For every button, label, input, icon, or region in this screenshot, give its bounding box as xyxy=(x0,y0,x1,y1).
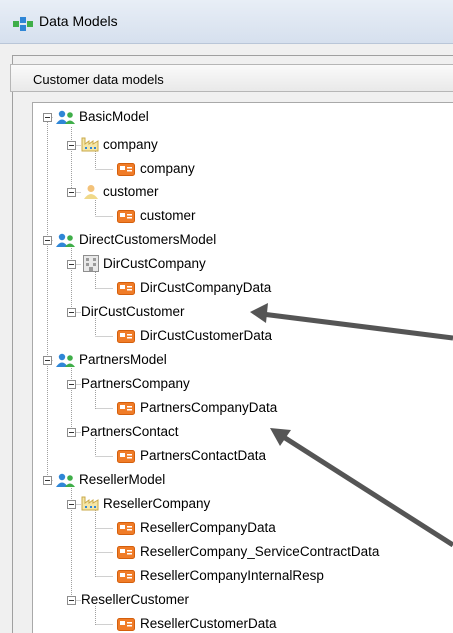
data-record-icon xyxy=(117,163,135,176)
panel-header-label: Customer data models xyxy=(33,72,164,87)
data-record-icon xyxy=(117,210,135,223)
window-titlebar: Data Models xyxy=(0,0,453,44)
tree-item-resellercustomerdata[interactable]: ResellerCustomerData xyxy=(140,616,277,631)
tree-item-directcustomersmodel[interactable]: DirectCustomersModel xyxy=(79,232,216,247)
panel-header[interactable]: Customer data models xyxy=(10,64,453,92)
users-icon xyxy=(56,353,75,367)
tree-item-customer-data[interactable]: customer xyxy=(140,208,196,223)
expand-toggle[interactable] xyxy=(67,141,76,150)
tree-item-partnerscontactdata[interactable]: PartnersContactData xyxy=(140,448,266,463)
tree-item-dircustcompanydata[interactable]: DirCustCompanyData xyxy=(140,280,271,295)
tree-item-company-data[interactable]: company xyxy=(140,161,195,176)
data-record-icon xyxy=(117,570,135,583)
tree-item-dircustcustomer[interactable]: DirCustCustomer xyxy=(81,304,185,319)
tree-item-resellercompanydata[interactable]: ResellerCompanyData xyxy=(140,520,276,535)
data-record-icon xyxy=(117,546,135,559)
data-record-icon xyxy=(117,282,135,295)
tree-item-resellercustomer[interactable]: ResellerCustomer xyxy=(81,592,189,607)
expand-toggle[interactable] xyxy=(67,596,76,605)
tree-item-customer[interactable]: customer xyxy=(103,184,159,199)
tree-item-company[interactable]: company xyxy=(103,137,158,152)
tree-item-resellermodel[interactable]: ResellerModel xyxy=(79,472,165,487)
tree-item-partnerscontact[interactable]: PartnersContact xyxy=(81,424,179,439)
tree-item-dircustcompany[interactable]: DirCustCompany xyxy=(103,256,206,271)
expand-toggle[interactable] xyxy=(67,308,76,317)
users-icon xyxy=(56,233,75,247)
users-icon xyxy=(56,110,75,124)
data-record-icon xyxy=(117,450,135,463)
expand-toggle[interactable] xyxy=(43,236,52,245)
expand-toggle[interactable] xyxy=(67,380,76,389)
building-icon xyxy=(83,255,99,272)
expand-toggle[interactable] xyxy=(67,260,76,269)
person-icon xyxy=(84,185,98,199)
tree-item-partnersmodel[interactable]: PartnersModel xyxy=(79,352,167,367)
expand-toggle[interactable] xyxy=(67,188,76,197)
factory-icon xyxy=(81,137,99,152)
tree-item-resellercompanyinternalresp[interactable]: ResellerCompanyInternalResp xyxy=(140,568,324,583)
tree-item-partnerscompanydata[interactable]: PartnersCompanyData xyxy=(140,400,277,415)
model-tree[interactable]: BasicModel company company customer cust… xyxy=(32,102,453,633)
tree-item-resellercompany[interactable]: ResellerCompany xyxy=(103,496,210,511)
tree-item-partnerscompany[interactable]: PartnersCompany xyxy=(81,376,190,391)
expand-toggle[interactable] xyxy=(43,356,52,365)
data-record-icon xyxy=(117,330,135,343)
expand-toggle[interactable] xyxy=(67,500,76,509)
data-record-icon xyxy=(117,618,135,631)
data-record-icon xyxy=(117,402,135,415)
tree-item-resellercompany-servicecontractdata[interactable]: ResellerCompany_ServiceContractData xyxy=(140,544,379,559)
expand-toggle[interactable] xyxy=(43,113,52,122)
tree-item-basicmodel[interactable]: BasicModel xyxy=(79,109,149,124)
users-icon xyxy=(56,473,75,487)
expand-toggle[interactable] xyxy=(43,476,52,485)
window-title: Data Models xyxy=(39,13,118,29)
app-icon xyxy=(13,17,33,31)
tree-item-dircustcustomerdata[interactable]: DirCustCustomerData xyxy=(140,328,272,343)
data-record-icon xyxy=(117,522,135,535)
expand-toggle[interactable] xyxy=(67,428,76,437)
factory-icon xyxy=(81,496,99,511)
